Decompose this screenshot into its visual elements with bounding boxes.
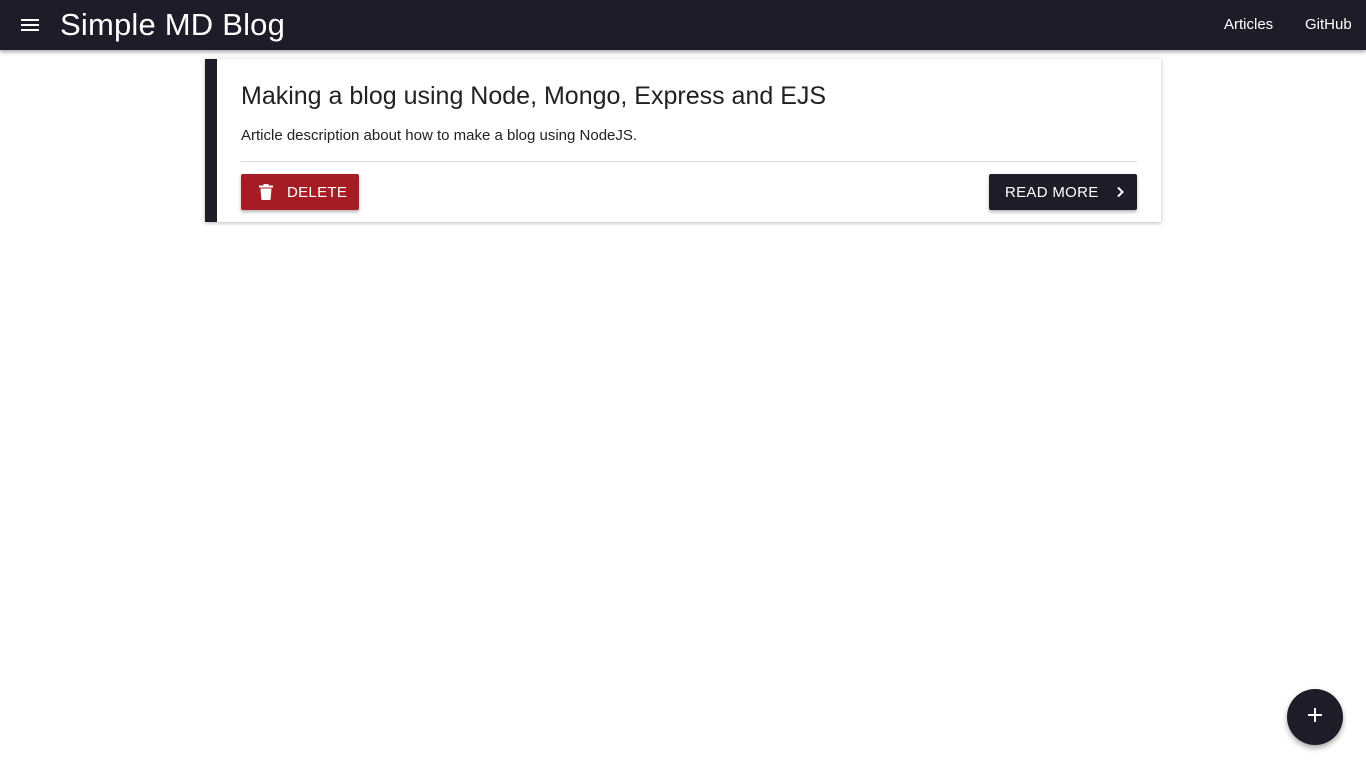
nav-link-articles[interactable]: Articles xyxy=(1224,15,1273,35)
trash-icon xyxy=(259,184,273,200)
app-title[interactable]: Simple MD Blog xyxy=(60,7,285,43)
card-accent-bar xyxy=(205,59,217,222)
top-app-bar: Simple MD Blog Articles GitHub xyxy=(0,0,1366,50)
article-description: Article description about how to make a … xyxy=(241,127,638,144)
article-title: Making a blog using Node, Mongo, Express… xyxy=(241,82,827,110)
plus-icon xyxy=(1307,707,1323,728)
read-more-button[interactable]: READ MORE xyxy=(989,174,1137,210)
delete-button-label: DELETE xyxy=(287,183,348,201)
article-card: Making a blog using Node, Mongo, Express… xyxy=(205,59,1161,222)
read-more-button-label: READ MORE xyxy=(1005,183,1099,201)
nav-link-github[interactable]: GitHub xyxy=(1305,15,1352,35)
card-divider xyxy=(241,161,1137,162)
chevron-right-icon xyxy=(1115,186,1125,198)
menu-icon[interactable] xyxy=(15,10,45,40)
add-article-button[interactable] xyxy=(1287,689,1343,745)
delete-button[interactable]: DELETE xyxy=(241,174,359,210)
